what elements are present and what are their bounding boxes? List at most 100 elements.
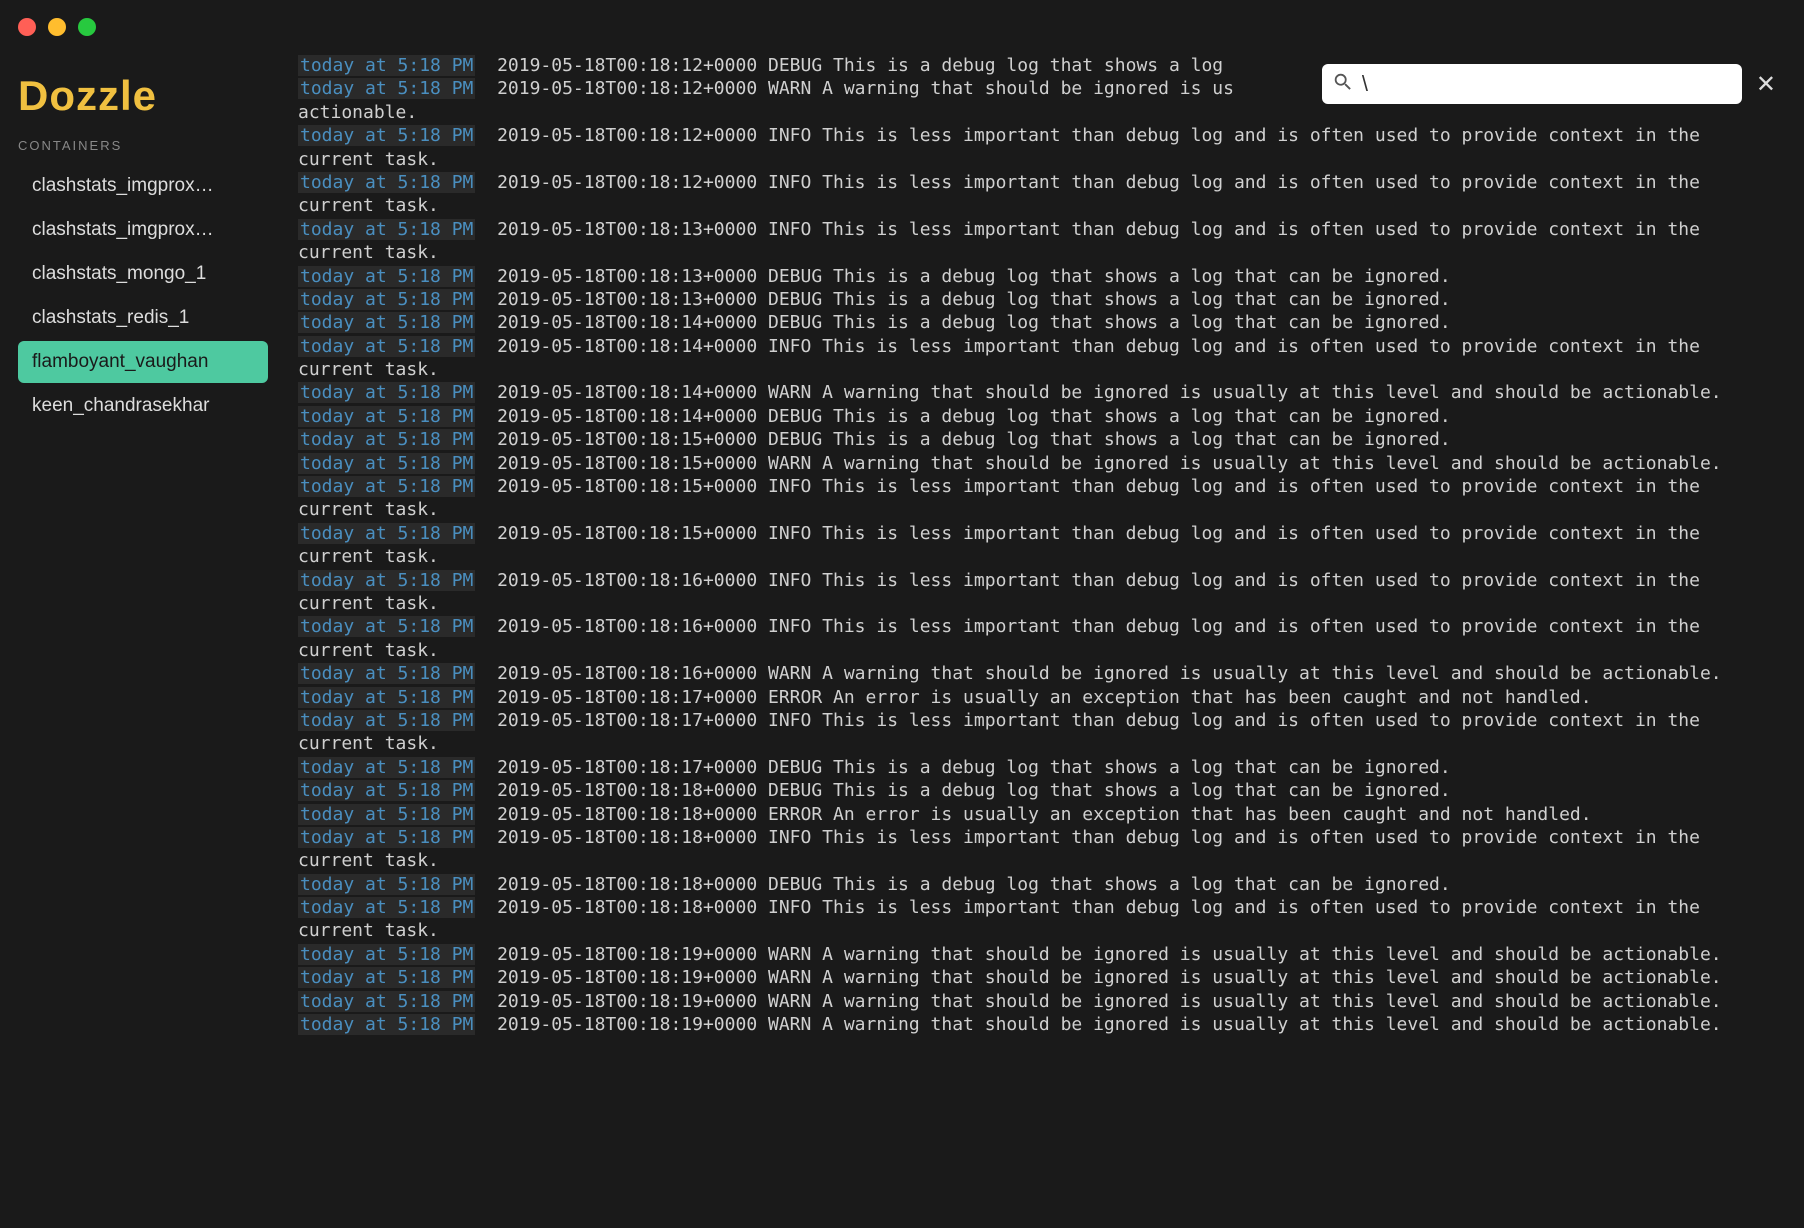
minimize-window-button[interactable] xyxy=(48,18,66,36)
log-line: today at 5:18 PM 2019-05-18T00:18:17+000… xyxy=(298,709,1786,756)
log-line: today at 5:18 PM 2019-05-18T00:18:16+000… xyxy=(298,662,1786,685)
sidebar: Dozzle CONTAINERS clashstats_imgprox…cla… xyxy=(0,54,280,1228)
log-message: 2019-05-18T00:18:15+0000 WARN A warning … xyxy=(475,453,1721,474)
log-line: today at 5:18 PM 2019-05-18T00:18:12+000… xyxy=(298,171,1786,218)
container-list: clashstats_imgprox…clashstats_imgprox…cl… xyxy=(18,165,280,427)
log-line: today at 5:18 PM 2019-05-18T00:18:18+000… xyxy=(298,779,1786,802)
log-message: 2019-05-18T00:18:14+0000 WARN A warning … xyxy=(475,382,1721,403)
log-timestamp: today at 5:18 PM xyxy=(298,312,475,333)
log-timestamp: today at 5:18 PM xyxy=(298,172,475,193)
log-timestamp: today at 5:18 PM xyxy=(298,827,475,848)
log-timestamp: today at 5:18 PM xyxy=(298,757,475,778)
log-line: today at 5:18 PM 2019-05-18T00:18:15+000… xyxy=(298,428,1786,451)
log-timestamp: today at 5:18 PM xyxy=(298,710,475,731)
log-timestamp: today at 5:18 PM xyxy=(298,1014,475,1035)
close-icon[interactable]: ✕ xyxy=(1752,70,1780,99)
log-message: 2019-05-18T00:18:12+0000 WARN A warning … xyxy=(475,78,1234,99)
log-timestamp: today at 5:18 PM xyxy=(298,897,475,918)
sidebar-item-container[interactable]: clashstats_imgprox… xyxy=(18,209,268,251)
log-timestamp: today at 5:18 PM xyxy=(298,55,475,76)
sidebar-item-container[interactable]: flamboyant_vaughan xyxy=(18,341,268,383)
log-line: today at 5:18 PM 2019-05-18T00:18:18+000… xyxy=(298,826,1786,873)
log-line: today at 5:18 PM 2019-05-18T00:18:15+000… xyxy=(298,475,1786,522)
log-line: today at 5:18 PM 2019-05-18T00:18:14+000… xyxy=(298,335,1786,382)
log-timestamp: today at 5:18 PM xyxy=(298,780,475,801)
log-line: today at 5:18 PM 2019-05-18T00:18:13+000… xyxy=(298,288,1786,311)
log-line: today at 5:18 PM 2019-05-18T00:18:19+000… xyxy=(298,1013,1786,1036)
log-timestamp: today at 5:18 PM xyxy=(298,570,475,591)
log-message: 2019-05-18T00:18:14+0000 INFO This is le… xyxy=(298,336,1711,380)
log-line: today at 5:18 PM 2019-05-18T00:18:19+000… xyxy=(298,943,1786,966)
log-timestamp: today at 5:18 PM xyxy=(298,616,475,637)
log-timestamp: today at 5:18 PM xyxy=(298,78,475,99)
log-message: 2019-05-18T00:18:16+0000 INFO This is le… xyxy=(298,616,1711,660)
log-message: 2019-05-18T00:18:14+0000 DEBUG This is a… xyxy=(475,406,1450,427)
log-timestamp: today at 5:18 PM xyxy=(298,406,475,427)
log-message: 2019-05-18T00:18:19+0000 WARN A warning … xyxy=(475,944,1721,965)
log-timestamp: today at 5:18 PM xyxy=(298,663,475,684)
log-line: today at 5:18 PM 2019-05-18T00:18:16+000… xyxy=(298,569,1786,616)
log-line: today at 5:18 PM 2019-05-18T00:18:17+000… xyxy=(298,686,1786,709)
search-box[interactable] xyxy=(1322,64,1742,104)
sidebar-item-container[interactable]: clashstats_mongo_1 xyxy=(18,253,268,295)
log-line: today at 5:18 PM 2019-05-18T00:18:18+000… xyxy=(298,873,1786,896)
sidebar-item-container[interactable]: keen_chandrasekhar xyxy=(18,385,268,427)
log-message: 2019-05-18T00:18:15+0000 DEBUG This is a… xyxy=(475,429,1450,450)
search-icon xyxy=(1332,71,1354,98)
log-message: 2019-05-18T00:18:18+0000 INFO This is le… xyxy=(298,827,1711,871)
log-message: 2019-05-18T00:18:17+0000 INFO This is le… xyxy=(298,710,1711,754)
log-timestamp: today at 5:18 PM xyxy=(298,266,475,287)
close-window-button[interactable] xyxy=(18,18,36,36)
log-message: 2019-05-18T00:18:18+0000 DEBUG This is a… xyxy=(475,874,1450,895)
window-titlebar xyxy=(0,0,1804,54)
sidebar-section-label: CONTAINERS xyxy=(18,138,280,153)
log-message: 2019-05-18T00:18:12+0000 INFO This is le… xyxy=(298,172,1711,216)
log-timestamp: today at 5:18 PM xyxy=(298,476,475,497)
log-message: 2019-05-18T00:18:19+0000 WARN A warning … xyxy=(475,991,1721,1012)
log-timestamp: today at 5:18 PM xyxy=(298,804,475,825)
log-message: 2019-05-18T00:18:13+0000 DEBUG This is a… xyxy=(475,266,1450,287)
log-message: 2019-05-18T00:18:18+0000 ERROR An error … xyxy=(475,804,1591,825)
log-message: 2019-05-18T00:18:12+0000 DEBUG This is a… xyxy=(475,55,1223,76)
log-message: 2019-05-18T00:18:13+0000 DEBUG This is a… xyxy=(475,289,1450,310)
log-message: 2019-05-18T00:18:15+0000 INFO This is le… xyxy=(298,523,1711,567)
log-message: 2019-05-18T00:18:18+0000 INFO This is le… xyxy=(298,897,1711,941)
main-area: Dozzle CONTAINERS clashstats_imgprox…cla… xyxy=(0,54,1804,1228)
log-message: 2019-05-18T00:18:19+0000 WARN A warning … xyxy=(475,967,1721,988)
log-line: today at 5:18 PM 2019-05-18T00:18:14+000… xyxy=(298,311,1786,334)
log-line: today at 5:18 PM 2019-05-18T00:18:14+000… xyxy=(298,405,1786,428)
log-message: 2019-05-18T00:18:16+0000 WARN A warning … xyxy=(475,663,1721,684)
log-message: 2019-05-18T00:18:17+0000 ERROR An error … xyxy=(475,687,1591,708)
log-message: 2019-05-18T00:18:17+0000 DEBUG This is a… xyxy=(475,757,1450,778)
log-message: 2019-05-18T00:18:19+0000 WARN A warning … xyxy=(475,1014,1721,1035)
log-message: 2019-05-18T00:18:12+0000 INFO This is le… xyxy=(298,125,1711,169)
log-line: today at 5:18 PM 2019-05-18T00:18:17+000… xyxy=(298,756,1786,779)
log-line: today at 5:18 PM 2019-05-18T00:18:18+000… xyxy=(298,803,1786,826)
log-timestamp: today at 5:18 PM xyxy=(298,219,475,240)
log-message: 2019-05-18T00:18:18+0000 DEBUG This is a… xyxy=(475,780,1450,801)
log-line: today at 5:18 PM 2019-05-18T00:18:19+000… xyxy=(298,990,1786,1013)
log-line: today at 5:18 PM 2019-05-18T00:18:13+000… xyxy=(298,218,1786,265)
sidebar-item-container[interactable]: clashstats_imgprox… xyxy=(18,165,268,207)
log-timestamp: today at 5:18 PM xyxy=(298,289,475,310)
log-timestamp: today at 5:18 PM xyxy=(298,991,475,1012)
log-line: today at 5:18 PM 2019-05-18T00:18:18+000… xyxy=(298,896,1786,943)
log-line: today at 5:18 PM 2019-05-18T00:18:19+000… xyxy=(298,966,1786,989)
log-line: today at 5:18 PM 2019-05-18T00:18:15+000… xyxy=(298,522,1786,569)
sidebar-item-container[interactable]: clashstats_redis_1 xyxy=(18,297,268,339)
log-line: today at 5:18 PM 2019-05-18T00:18:14+000… xyxy=(298,381,1786,404)
log-timestamp: today at 5:18 PM xyxy=(298,874,475,895)
log-message: 2019-05-18T00:18:16+0000 INFO This is le… xyxy=(298,570,1711,614)
log-timestamp: today at 5:18 PM xyxy=(298,382,475,403)
log-timestamp: today at 5:18 PM xyxy=(298,453,475,474)
maximize-window-button[interactable] xyxy=(78,18,96,36)
log-timestamp: today at 5:18 PM xyxy=(298,967,475,988)
search-input[interactable] xyxy=(1362,71,1732,97)
log-timestamp: today at 5:18 PM xyxy=(298,687,475,708)
log-timestamp: today at 5:18 PM xyxy=(298,336,475,357)
log-timestamp: today at 5:18 PM xyxy=(298,125,475,146)
app-logo: Dozzle xyxy=(18,72,280,120)
search-bar: ✕ xyxy=(1316,58,1786,110)
log-output[interactable]: today at 5:18 PM 2019-05-18T00:18:12+000… xyxy=(280,54,1804,1228)
log-line: today at 5:18 PM 2019-05-18T00:18:12+000… xyxy=(298,124,1786,171)
